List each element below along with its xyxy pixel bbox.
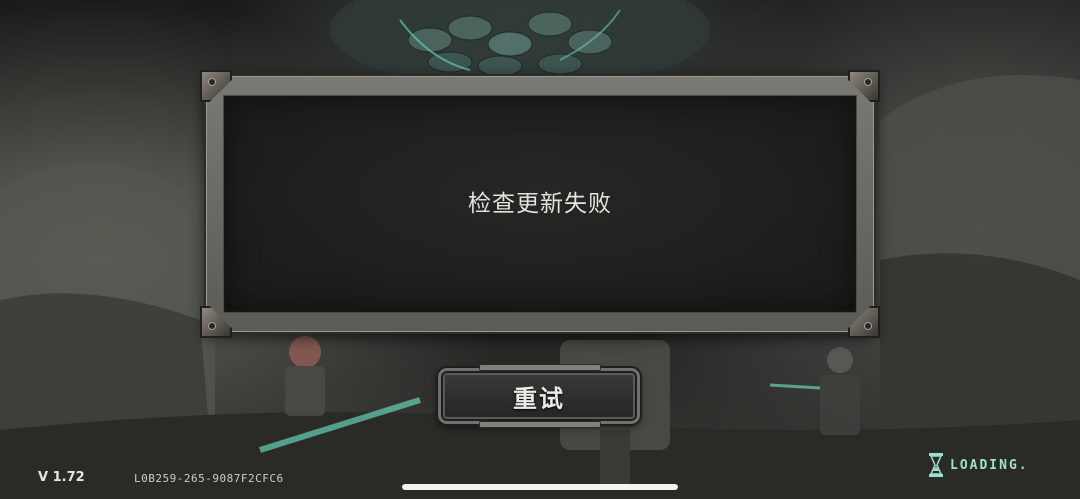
dialog-message: 检查更新失败 — [468, 191, 612, 217]
hourglass-icon — [929, 453, 943, 477]
retry-button[interactable]: 重试 — [438, 364, 640, 428]
retry-button-label: 重试 — [513, 384, 565, 413]
build-id-label: L0B259-265-9087F2CFC6 — [134, 472, 284, 485]
loading-label: LOADING. — [950, 457, 1029, 473]
game-screen: 检查更新失败 重试 V 1.72 L0B259-265-9087F2CFC6 L… — [0, 0, 1080, 499]
version-label: V 1.72 — [38, 470, 85, 485]
loading-indicator: LOADING. — [928, 452, 1029, 478]
update-error-dialog: 检查更新失败 — [200, 70, 880, 338]
home-indicator[interactable] — [402, 484, 678, 490]
right-warrior — [769, 347, 860, 435]
